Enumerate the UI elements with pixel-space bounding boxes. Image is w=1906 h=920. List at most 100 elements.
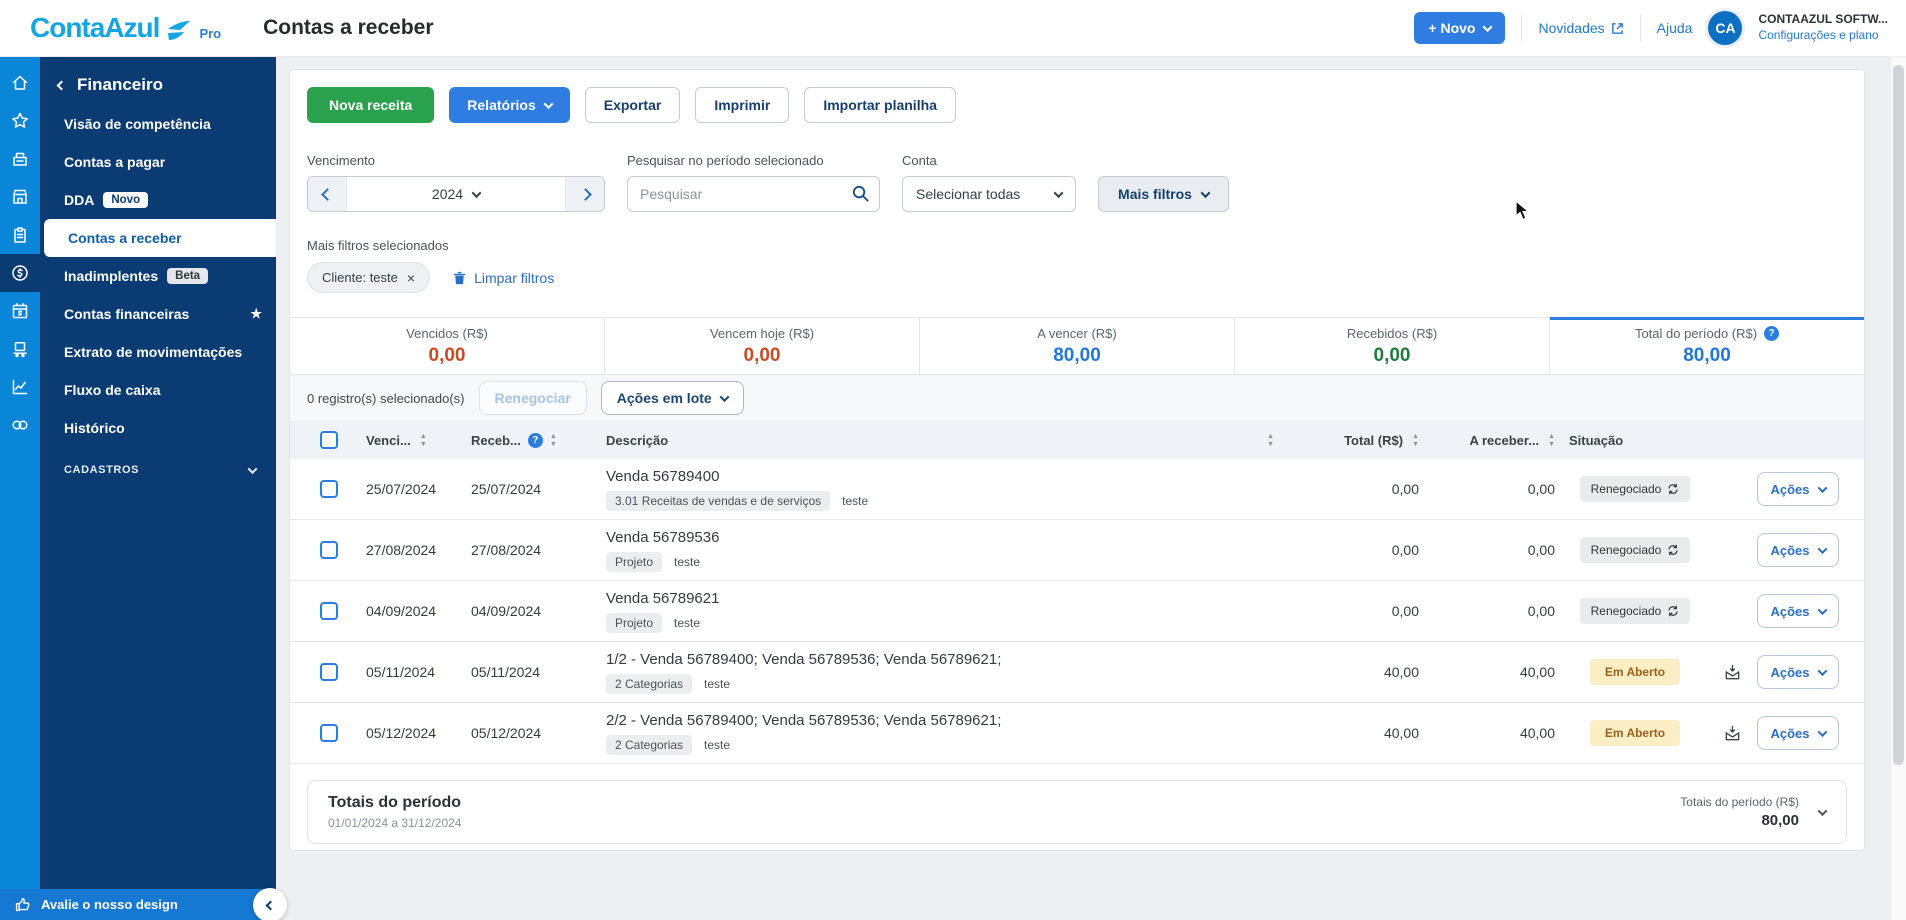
row-acoes-button[interactable]: Ações <box>1757 472 1839 506</box>
row-total: 40,00 <box>1383 664 1419 680</box>
star-icon[interactable] <box>250 306 262 322</box>
novo-button[interactable]: + Novo <box>1414 12 1506 44</box>
novidades-link[interactable]: Novidades <box>1538 20 1623 36</box>
filter-chip-cliente-teste[interactable]: Cliente: teste <box>307 262 431 293</box>
nova-receita-button[interactable]: Nova receita <box>307 87 435 123</box>
mais-filtros-button[interactable]: Mais filtros <box>1098 176 1229 212</box>
scrollbar-thumb[interactable] <box>1893 65 1904 765</box>
link-icon[interactable] <box>0 406 40 444</box>
select-all-checkbox[interactable] <box>320 431 338 449</box>
row-description: Venda 56789400 <box>606 467 720 485</box>
sidebar-item-contas-financeiras[interactable]: Contas financeiras <box>40 295 276 333</box>
row-checkbox[interactable] <box>320 663 338 681</box>
account-settings-link[interactable]: Configurações e plano <box>1758 28 1888 44</box>
search-icon[interactable] <box>851 184 870 208</box>
row-a-receber: 40,00 <box>1519 725 1555 741</box>
chevron-down-icon[interactable] <box>1817 805 1828 816</box>
conta-label: Conta <box>902 153 937 168</box>
summary-card-vencem-hoje-r-[interactable]: Vencem hoje (R$) 0,00 <box>605 318 920 374</box>
delivery-icon[interactable] <box>0 330 40 368</box>
row-checkbox[interactable] <box>320 724 338 742</box>
remove-chip-icon[interactable] <box>407 271 415 285</box>
ajuda-link[interactable]: Ajuda <box>1657 20 1693 36</box>
sidebar-item-contas-a-pagar[interactable]: Contas a pagar <box>40 143 276 181</box>
sidebar-item-hist-rico[interactable]: Histórico <box>40 409 276 447</box>
help-icon[interactable] <box>1764 325 1780 341</box>
sort-descricao-icon[interactable] <box>1267 433 1274 448</box>
sidebar-item-cadastros[interactable]: CADASTROS <box>40 453 276 487</box>
dollar-circle-icon[interactable] <box>0 254 40 292</box>
row-checkbox[interactable] <box>320 602 338 620</box>
app-header: ContaAzul Pro Contas a receber + Novo No… <box>0 0 1906 57</box>
help-recebimento-icon[interactable] <box>527 432 543 448</box>
rate-design-bar[interactable]: Avalie o nosso design <box>0 889 276 920</box>
year-select[interactable]: 2024 <box>346 177 566 211</box>
star-icon[interactable] <box>0 102 40 140</box>
sidebar-item-vis-o-de-compet-ncia[interactable]: Visão de competência <box>40 105 276 143</box>
importar-planilha-button[interactable]: Importar planilha <box>804 87 956 123</box>
sidebar-item-fluxo-de-caixa[interactable]: Fluxo de caixa <box>40 371 276 409</box>
calendar-money-icon[interactable] <box>0 292 40 330</box>
row-checkbox[interactable] <box>320 541 338 559</box>
chevron-left-icon <box>56 80 67 90</box>
sidebar-item-extrato-de-movimenta-es[interactable]: Extrato de movimentações <box>40 333 276 371</box>
limpar-filtros-link[interactable]: Limpar filtros <box>452 270 554 286</box>
row-acoes-button[interactable]: Ações <box>1757 655 1839 689</box>
renegociar-button[interactable]: Renegociar <box>478 381 587 415</box>
chevron-down-icon <box>1483 21 1493 32</box>
row-a-receber: 0,00 <box>1527 481 1555 497</box>
summary-card-recebidos-r-[interactable]: Recebidos (R$) 0,00 <box>1235 318 1550 374</box>
acoes-em-lote-button[interactable]: Ações em lote <box>600 381 744 415</box>
vencimento-label: Vencimento <box>307 153 375 168</box>
envelope-arrow-icon[interactable] <box>1723 724 1742 743</box>
conta-select[interactable]: Selecionar todas <box>902 176 1076 212</box>
sidebar-collapse-button[interactable] <box>253 888 287 920</box>
envelope-arrow-icon[interactable] <box>1723 663 1742 682</box>
imprimir-button[interactable]: Imprimir <box>695 87 790 123</box>
sidebar-item-dda[interactable]: DDA Novo <box>40 181 276 219</box>
home-icon[interactable] <box>0 64 40 102</box>
previous-period-button[interactable] <box>308 177 346 211</box>
row-checkbox[interactable] <box>320 480 338 498</box>
chevron-down-icon <box>1817 726 1827 737</box>
sidebar-item-inadimplentes[interactable]: Inadimplentes Beta <box>40 257 276 295</box>
row-total: 0,00 <box>1391 542 1419 558</box>
summary-card-total-do-per-odo-r-[interactable]: Total do período (R$) 80,00 <box>1550 317 1864 374</box>
col-situacao: Situação <box>1569 432 1624 448</box>
summary-card-a-vencer-r-[interactable]: A vencer (R$) 80,00 <box>920 318 1235 374</box>
row-a-receber: 0,00 <box>1527 603 1555 619</box>
summary-card-vencidos-r-[interactable]: Vencidos (R$) 0,00 <box>290 318 605 374</box>
row-note: teste <box>674 615 701 630</box>
scrollbar-track[interactable] <box>1890 57 1906 920</box>
logo-swoosh-icon <box>168 21 191 40</box>
row-category-tag: 2 Categorias <box>606 734 693 755</box>
col-recebimento: Receb... <box>471 432 521 448</box>
store-icon[interactable] <box>0 178 40 216</box>
row-acoes-button[interactable]: Ações <box>1757 594 1839 628</box>
row-recebimento: 05/12/2024 <box>471 725 542 741</box>
status-badge: Renegociado <box>1579 598 1691 624</box>
next-period-button[interactable] <box>566 177 604 211</box>
sidebar-item-contas-a-receber[interactable]: Contas a receber <box>44 219 276 257</box>
chevron-down-icon <box>1200 187 1211 198</box>
clipboard-icon[interactable] <box>0 216 40 254</box>
cash-register-icon[interactable] <box>0 140 40 178</box>
sidebar-back-financeiro[interactable]: Financeiro <box>40 75 276 95</box>
page-title: Contas a receber <box>263 16 434 39</box>
search-input[interactable] <box>627 176 880 212</box>
sort-total-icon[interactable] <box>1412 433 1419 448</box>
contaazul-logo[interactable]: ContaAzul Pro <box>30 14 221 42</box>
line-chart-icon[interactable] <box>0 368 40 406</box>
row-acoes-button[interactable]: Ações <box>1757 716 1839 750</box>
sort-vencimento-icon[interactable] <box>420 433 427 448</box>
exportar-button[interactable]: Exportar <box>584 87 681 123</box>
row-category-tag: 2 Categorias <box>606 673 693 694</box>
relatorios-button[interactable]: Relatórios <box>449 87 570 123</box>
avatar[interactable]: CA <box>1708 11 1743 45</box>
totals-footer: Totais do período 01/01/2024 a 31/12/202… <box>307 780 1847 844</box>
thumbs-up-icon <box>15 897 30 912</box>
sort-recebimento-icon[interactable] <box>550 433 557 448</box>
sort-a-receber-icon[interactable] <box>1548 433 1555 448</box>
row-acoes-button[interactable]: Ações <box>1757 533 1839 567</box>
totals-right-label: Totais do período (R$) <box>1680 795 1799 809</box>
